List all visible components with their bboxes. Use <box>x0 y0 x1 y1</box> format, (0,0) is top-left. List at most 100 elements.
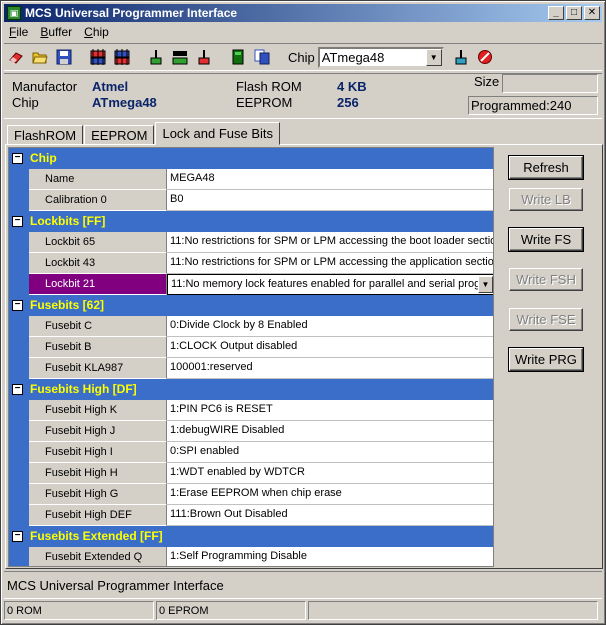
collapse-icon[interactable]: − <box>12 384 23 395</box>
section-header[interactable]: − Chip <box>9 148 493 169</box>
property-value[interactable]: 0:SPI enabled <box>167 442 493 463</box>
chip-selector-value: ATmega48 <box>321 49 385 65</box>
chip-label: Chip <box>12 95 39 110</box>
property-value[interactable]: MEGA48 <box>167 169 493 190</box>
property-row[interactable]: Fusebit High I 0:SPI enabled <box>9 442 493 463</box>
maximize-button[interactable]: □ <box>566 6 582 20</box>
property-value[interactable]: 11:No restrictions for SPM or LPM access… <box>167 232 494 253</box>
row-gutter <box>9 232 29 253</box>
section-header[interactable]: − Lockbits [FF] <box>9 211 493 232</box>
property-value[interactable]: 11:No restrictions for SPM or LPM access… <box>167 253 494 274</box>
property-name: Fusebit B <box>29 337 167 358</box>
device-icon[interactable] <box>229 48 247 66</box>
row-gutter <box>9 505 29 526</box>
write-prg-button[interactable]: Write PRG <box>509 348 583 371</box>
refresh-button[interactable]: Refresh <box>509 156 583 179</box>
property-row[interactable]: Fusebit Extended Q 1:Self Programming Dis… <box>9 547 493 566</box>
property-row[interactable]: Fusebit C 0:Divide Clock by 8 Enabled <box>9 316 493 337</box>
property-name: Name <box>29 169 167 190</box>
chip-value: ATmega48 <box>92 95 157 110</box>
stop-icon[interactable] <box>476 48 494 66</box>
blank-check-icon[interactable] <box>171 48 189 66</box>
property-row[interactable]: Name MEGA48 <box>9 169 493 190</box>
section-header[interactable]: − Fusebits High [DF] <box>9 379 493 400</box>
row-gutter <box>9 484 29 505</box>
auto-detect-icon[interactable] <box>452 48 470 66</box>
property-name: Fusebit High H <box>29 463 167 484</box>
chip-selector[interactable]: ATmega48 ▼ <box>317 46 444 68</box>
program-chip-icon[interactable] <box>113 48 131 66</box>
property-value-text: 111:Brown Out Disabled <box>170 508 288 520</box>
property-row[interactable]: Fusebit B 1:CLOCK Output disabled <box>9 337 493 358</box>
write-lb-button[interactable]: Write LB <box>509 188 583 211</box>
property-value[interactable]: 0:Divide Clock by 8 Enabled <box>167 316 493 337</box>
manufactor-value: Atmel <box>92 79 129 94</box>
erase-chip-icon[interactable] <box>195 48 213 66</box>
save-disk-icon[interactable] <box>55 48 73 66</box>
property-name: Fusebit High K <box>29 400 167 421</box>
flash-rom-value: 4 KB <box>337 79 367 94</box>
size-label: Size <box>474 74 500 89</box>
property-row[interactable]: Lockbit 43 11:No restrictions for SPM or … <box>9 253 494 274</box>
collapse-icon[interactable]: − <box>12 216 23 227</box>
close-button[interactable]: ✕ <box>584 6 600 20</box>
property-row[interactable]: Fusebit High J 1:debugWIRE Disabled <box>9 421 493 442</box>
collapse-icon[interactable]: − <box>12 531 23 542</box>
property-row[interactable]: Fusebit High K 1:PIN PC6 is RESET <box>9 400 493 421</box>
property-value[interactable]: 1:CLOCK Output disabled <box>167 337 493 358</box>
row-gutter <box>9 316 29 337</box>
section-header[interactable]: − Fusebits [62] <box>9 295 493 316</box>
tab-flashrom[interactable]: FlashROM <box>7 125 84 145</box>
property-value[interactable]: 1:WDT enabled by WDTCR <box>167 463 493 484</box>
copy-icon[interactable] <box>253 48 271 66</box>
section-header[interactable]: − Fusebits Extended [FF] <box>9 526 493 547</box>
property-value[interactable]: 111:Brown Out Disabled <box>167 505 493 526</box>
property-row[interactable]: Fusebit KLA987 100001:reserved <box>9 358 493 379</box>
open-folder-icon[interactable] <box>31 48 49 66</box>
property-value[interactable]: 1:PIN PC6 is RESET <box>167 400 493 421</box>
write-fsh-button[interactable]: Write FSH <box>509 268 583 291</box>
tab-eeprom[interactable]: EEPROM <box>84 125 155 145</box>
status-extra <box>308 601 598 620</box>
property-name: Fusebit High I <box>29 442 167 463</box>
menu-file[interactable]: File <box>4 24 35 42</box>
title-bar[interactable]: ▣ MCS Universal Programmer Interface _ □… <box>4 4 602 22</box>
chevron-down-icon[interactable]: ▼ <box>425 48 442 66</box>
tab-lock-fuse-bits[interactable]: Lock and Fuse Bits <box>155 122 281 145</box>
property-value[interactable]: 1:Erase EEPROM when chip erase <box>167 484 493 505</box>
property-row[interactable]: Calibration 0 B0 <box>9 190 493 211</box>
verify-icon[interactable] <box>147 48 165 66</box>
chevron-down-icon[interactable]: ▼ <box>478 276 493 293</box>
property-value[interactable]: 100001:reserved <box>167 358 493 379</box>
property-value-text: 1:CLOCK Output disabled <box>170 340 298 352</box>
write-fs-button[interactable]: Write FS <box>509 228 583 251</box>
property-row[interactable]: Lockbit 65 11:No restrictions for SPM or … <box>9 232 494 253</box>
property-value[interactable]: 11:No memory lock features enabled for p… <box>167 274 493 295</box>
write-fse-button[interactable]: Write FSE <box>509 308 583 331</box>
property-value-text: 11:No restrictions for SPM or LPM access… <box>170 235 494 247</box>
property-value-text: 11:No restrictions for SPM or LPM access… <box>170 256 494 268</box>
row-gutter <box>9 442 29 463</box>
size-field <box>502 74 598 93</box>
eraser-icon[interactable] <box>7 48 25 66</box>
property-name: Lockbit 65 <box>29 232 167 253</box>
collapse-icon[interactable]: − <box>12 300 23 311</box>
property-row[interactable]: Fusebit High DEF 111:Brown Out Disabled <box>9 505 493 526</box>
app-icon: ▣ <box>7 6 21 20</box>
minimize-button[interactable]: _ <box>548 6 564 20</box>
toolbar: Chip ATmega48 ▼ <box>4 43 602 71</box>
collapse-icon[interactable]: − <box>12 153 23 164</box>
row-gutter <box>9 274 29 295</box>
property-value[interactable]: 1:Self Programming Disable <box>167 547 493 566</box>
property-row[interactable]: Lockbit 21 11:No memory lock features ena… <box>9 274 493 295</box>
menu-buffer[interactable]: Buffer <box>35 24 79 42</box>
section-title: Fusebits [62] <box>30 298 105 312</box>
property-row[interactable]: Fusebit High H 1:WDT enabled by WDTCR <box>9 463 493 484</box>
property-value[interactable]: 1:debugWIRE Disabled <box>167 421 493 442</box>
property-row[interactable]: Fusebit High G 1:Erase EEPROM when chip e… <box>9 484 493 505</box>
property-value[interactable]: B0 <box>167 190 493 211</box>
window-title: MCS Universal Programmer Interface <box>25 6 238 20</box>
menu-chip[interactable]: Chip <box>79 24 116 42</box>
read-chip-icon[interactable] <box>89 48 107 66</box>
property-value-text: 1:WDT enabled by WDTCR <box>170 466 305 478</box>
